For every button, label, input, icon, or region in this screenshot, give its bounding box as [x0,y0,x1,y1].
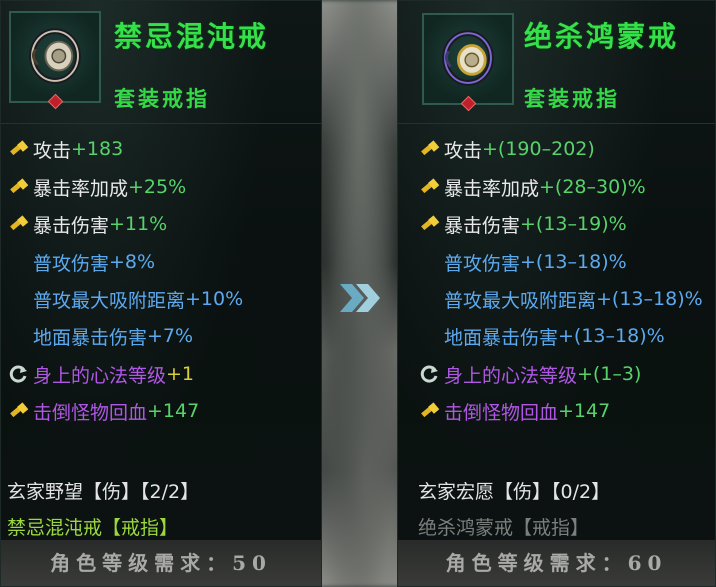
stat-crit-rate: 暴击率加成 +25% [7,174,186,200]
hammer-icon [421,402,440,418]
stat-normal-attack-damage: 普攻伤害 +(13–18)% [444,251,627,275]
stat-heal-on-kill: 击倒怪物回血 +147 [7,398,199,424]
set-bonus-title: 玄家宏愿【伤】【0/2】 [418,481,611,503]
stat-attack: 攻击 +183 [7,136,123,162]
item-type: 套装戒指 [114,86,210,111]
current-item-tooltip: 禁忌混沌戒 套装戒指 攻击 +183 暴击率加成 +25% 暴击伤害 +11% 普攻伤… [0,0,322,587]
stat-ground-crit: 地面暴击伤害 +(13–18)% [444,325,665,349]
stat-skill-level: 身上的心法等级 +(1–3) [418,361,641,387]
set-item-entry: 绝杀鸿蒙戒【戒指】 [418,517,590,539]
hammer-icon [10,402,29,418]
set-bonus-title: 玄家野望【伤】【2/2】 [7,481,200,503]
hammer-icon [10,140,29,156]
level-requirement: 角色等级需求：60 [398,540,715,586]
item-title: 禁忌混沌戒 [114,20,270,53]
stat-attack: 攻击 +(190–202) [418,136,595,162]
hammer-icon [10,215,29,231]
stat-crit-rate: 暴击率加成 +(28–30)% [418,174,646,200]
compared-item-tooltip: 绝杀鸿蒙戒 套装戒指 攻击 +(190–202) 暴击率加成 +(28–30)% 暴… [397,0,716,587]
refresh-icon [420,365,438,383]
ring-icon [442,30,494,86]
stat-normal-attack-damage: 普攻伤害 +8% [33,251,156,275]
stat-attack-range: 普攻最大吸附距离 +10% [33,288,244,312]
item-icon-frame[interactable] [422,13,514,112]
stat-skill-level: 身上的心法等级 +1 [7,361,194,387]
stat-heal-on-kill: 击倒怪物回血 +147 [418,398,610,424]
hammer-icon [421,178,440,194]
stat-ground-crit: 地面暴击伤害 +7% [33,325,194,349]
stat-crit-damage: 暴击伤害 +11% [7,211,167,237]
header-divider [398,123,715,124]
set-item-entry: 禁忌混沌戒【戒指】 [7,517,179,539]
level-requirement: 角色等级需求：50 [1,540,321,586]
item-icon-frame[interactable] [9,11,101,110]
double-chevron-right-icon [340,284,380,312]
item-title: 绝杀鸿蒙戒 [524,20,680,53]
refresh-icon [9,365,27,383]
stat-crit-damage: 暴击伤害 +(13–19)% [418,211,627,237]
stat-attack-range: 普攻最大吸附距离 +(13–18)% [444,288,703,312]
hammer-icon [421,140,440,156]
item-type: 套装戒指 [524,86,620,111]
ring-icon [29,28,81,84]
hammer-icon [10,178,29,194]
hammer-icon [421,215,440,231]
header-divider [1,123,321,124]
